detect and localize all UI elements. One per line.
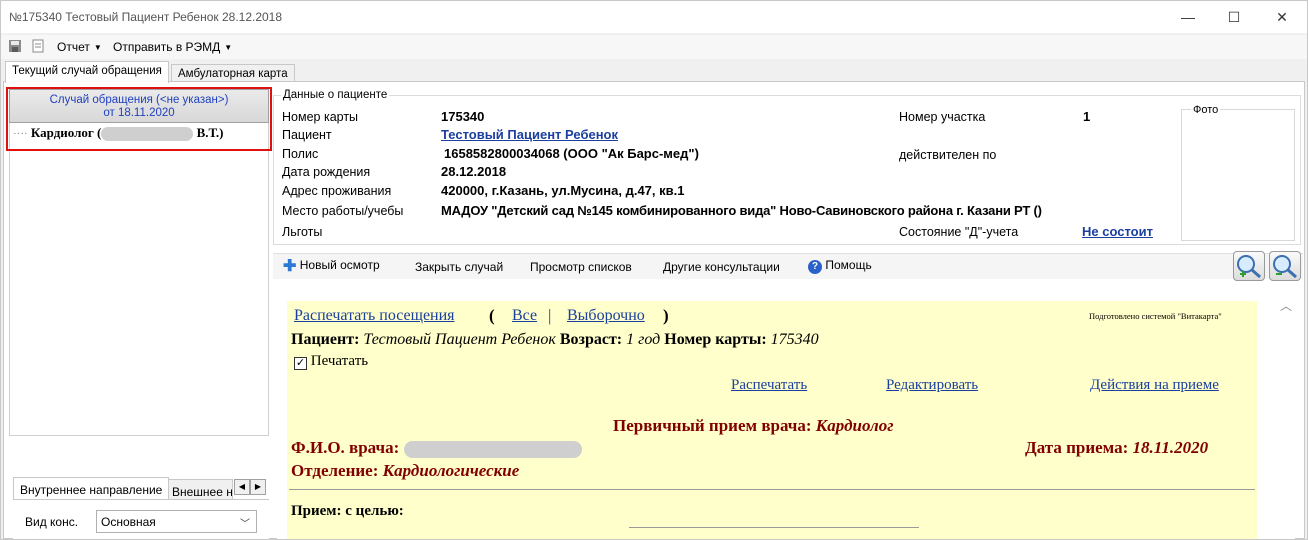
case-tree <box>9 123 269 436</box>
doc-patient-label: Пациент: <box>291 331 360 348</box>
patient-window: №175340 Тестовый Пациент Ребенок 28.12.2… <box>0 0 1308 540</box>
doc-patient-name: Тестовый Пациент Ребенок <box>363 331 556 348</box>
new-exam-label: Новый осмотр <box>299 258 380 272</box>
tab-external-referral[interactable]: Внешнее на <box>165 479 233 501</box>
doc-card-no: 175340 <box>770 331 819 348</box>
district-value: 1 <box>1083 109 1091 124</box>
close-button[interactable]: ✕ <box>1259 1 1305 33</box>
section-divider <box>289 489 1255 490</box>
work-label: Место работы/учебы <box>282 204 404 218</box>
zoom-out-icon <box>1273 255 1297 279</box>
plus-icon: ✚ <box>283 258 297 275</box>
report-menu[interactable]: Отчет ▼ <box>57 40 102 54</box>
scroll-up-icon[interactable]: ︿ <box>1280 297 1292 314</box>
menu-bar: Отчет ▼ Отправить в РЭМД ▼ <box>1 35 1307 59</box>
policy-label: Полис <box>282 147 319 161</box>
prepared-by-note: Подготовлено системой "Витакарта" <box>1089 311 1222 321</box>
save-icon[interactable] <box>8 39 22 53</box>
chevron-down-icon: ▼ <box>224 43 233 52</box>
help-button[interactable]: ? Помощь <box>808 258 872 274</box>
doctor-label: Ф.И.О. врача: <box>291 438 400 457</box>
benefits-label: Льготы <box>282 225 323 239</box>
valid-until-label: действителен по <box>899 148 997 162</box>
department-row: Отделение: Кардиологические <box>291 461 519 481</box>
redacted-doctor-name <box>403 440 582 458</box>
other-consults-button[interactable]: Другие консультации <box>663 260 780 274</box>
send-remd-label: Отправить в РЭМД <box>113 40 221 54</box>
visit-date-label: Дата приема: <box>1025 438 1129 457</box>
zoom-out-button[interactable] <box>1269 251 1301 281</box>
address-value: 420000, г.Казань, ул.Мусина, д.47, кв.1 <box>441 183 685 198</box>
new-exam-button[interactable]: ✚ Новый осмотр <box>283 258 380 275</box>
zoom-in-button[interactable] <box>1233 251 1265 281</box>
d-status-link[interactable]: Не состоит <box>1082 224 1153 239</box>
all-link[interactable]: Все <box>512 307 537 325</box>
policy-value: 1658582800034068 (ООО "Ак Барс-мед") <box>444 146 699 161</box>
print-visits-link[interactable]: Распечатать посещения <box>294 307 455 325</box>
visit-title-label: Первичный прием врача: <box>613 416 812 435</box>
patient-group-title: Данные о пациенте <box>281 89 390 101</box>
address-label: Адрес проживания <box>282 184 392 198</box>
patient-summary: Пациент: Тестовый Пациент Ребенок Возрас… <box>291 331 819 349</box>
card-no-label: Номер карты <box>282 110 359 124</box>
chevron-down-icon: ▼ <box>93 43 102 52</box>
actions-link[interactable]: Действия на приеме <box>1090 377 1219 394</box>
view-lists-button[interactable]: Просмотр списков <box>530 260 632 274</box>
print-link[interactable]: Распечатать <box>731 377 807 394</box>
photo-box <box>1181 109 1295 241</box>
purpose-underline <box>629 527 919 528</box>
selective-link[interactable]: Выборочно <box>567 307 645 325</box>
scroll-left-icon[interactable]: ◀ <box>234 479 250 495</box>
dob-label: Дата рождения <box>282 165 371 179</box>
doc-age-label: Возраст: <box>559 331 623 348</box>
window-title: №175340 Тестовый Пациент Ребенок 28.12.2… <box>9 10 283 24</box>
department-value: Кардиологические <box>382 461 520 480</box>
print-checkbox-label: Печатать <box>310 353 369 369</box>
chevron-down-icon: ﹀ <box>240 519 250 530</box>
district-label: Номер участка <box>899 110 986 124</box>
visit-title: Первичный прием врача: Кардиолог <box>613 416 894 436</box>
document-scrollbar[interactable]: ︿ <box>1277 283 1295 539</box>
patient-name-link[interactable]: Тестовый Пациент Ребенок <box>441 127 618 142</box>
tab-current-case[interactable]: Текущий случай обращения <box>5 61 169 83</box>
scroll-right-icon[interactable]: ▶ <box>250 479 266 495</box>
department-label: Отделение: <box>291 461 379 480</box>
open-paren: ( <box>489 306 495 325</box>
card-no-value: 175340 <box>441 109 485 124</box>
dob-value: 28.12.2018 <box>441 164 507 179</box>
purpose-label: Прием: с целью: <box>291 503 404 519</box>
visit-date-row: Дата приема: 18.11.2020 <box>1025 438 1208 458</box>
work-value: МАДОУ "Детский сад №145 комбинированного… <box>441 203 1042 218</box>
photo-label: Фото <box>1191 104 1221 116</box>
link-separator: | <box>548 306 552 325</box>
minimize-button[interactable]: — <box>1165 1 1211 33</box>
print-checkbox[interactable]: ✓ <box>294 357 307 370</box>
print-icon[interactable] <box>31 39 45 53</box>
doc-card-label: Номер карты: <box>664 331 767 348</box>
help-icon: ? <box>808 260 822 274</box>
close-paren: ) <box>663 306 669 325</box>
visit-specialty: Кардиолог <box>815 416 894 435</box>
patient-label: Пациент <box>282 128 332 142</box>
doc-age: 1 год <box>626 331 661 348</box>
tab-internal-referral[interactable]: Внутреннее направление <box>13 477 170 499</box>
help-label: Помощь <box>825 258 872 272</box>
patient-data-group <box>273 95 1301 245</box>
doctor-row: Ф.И.О. врача: <box>291 438 582 458</box>
visit-date: 18.11.2020 <box>1132 438 1209 457</box>
highlight-box <box>6 87 272 151</box>
consult-type-label: Вид конс. <box>25 515 79 529</box>
exam-toolbar: ✚ Новый осмотр Закрыть случай Просмотр с… <box>273 253 1303 279</box>
consult-type-value: Основная <box>101 515 156 529</box>
send-remd-menu[interactable]: Отправить в РЭМД ▼ <box>113 40 232 54</box>
title-bar: №175340 Тестовый Пациент Ребенок 28.12.2… <box>1 1 1307 33</box>
report-menu-label: Отчет <box>57 40 90 54</box>
consult-type-select[interactable]: Основная ﹀ <box>96 510 257 533</box>
print-checkbox-row[interactable]: ✓ Печатать <box>294 353 368 370</box>
close-case-button[interactable]: Закрыть случай <box>415 260 503 274</box>
maximize-button[interactable]: ☐ <box>1211 1 1257 33</box>
d-status-label: Состояние "Д"-учета <box>899 225 1019 239</box>
zoom-in-icon <box>1237 255 1261 279</box>
edit-link[interactable]: Редактировать <box>886 377 978 394</box>
